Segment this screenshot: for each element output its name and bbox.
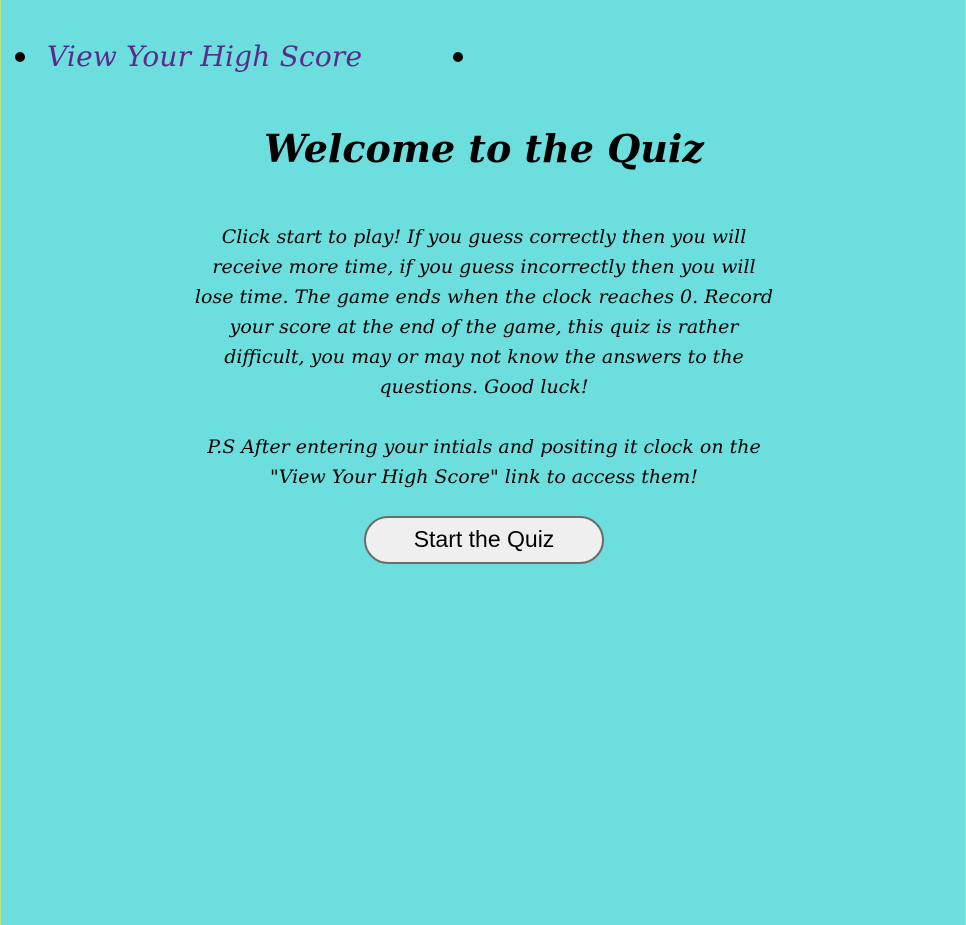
quiz-intro: Welcome to the Quiz Click start to play!…: [1, 128, 966, 564]
bullet-icon: [453, 52, 463, 62]
page-title: Welcome to the Quiz: [264, 126, 704, 171]
nav-item-high-score: View Your High Score: [15, 34, 362, 80]
start-quiz-button[interactable]: Start the Quiz: [364, 515, 604, 564]
nav-item-empty: [453, 34, 485, 80]
view-high-score-link[interactable]: View Your High Score: [47, 43, 362, 71]
instructions: Click start to play! If you guess correc…: [194, 222, 774, 492]
top-navigation: View Your High Score: [1, 34, 965, 80]
instructions-paragraph: Click start to play! If you guess correc…: [194, 225, 774, 398]
bullet-icon: [15, 52, 25, 62]
instructions-paragraph: P.S After entering your intials and posi…: [207, 435, 761, 488]
